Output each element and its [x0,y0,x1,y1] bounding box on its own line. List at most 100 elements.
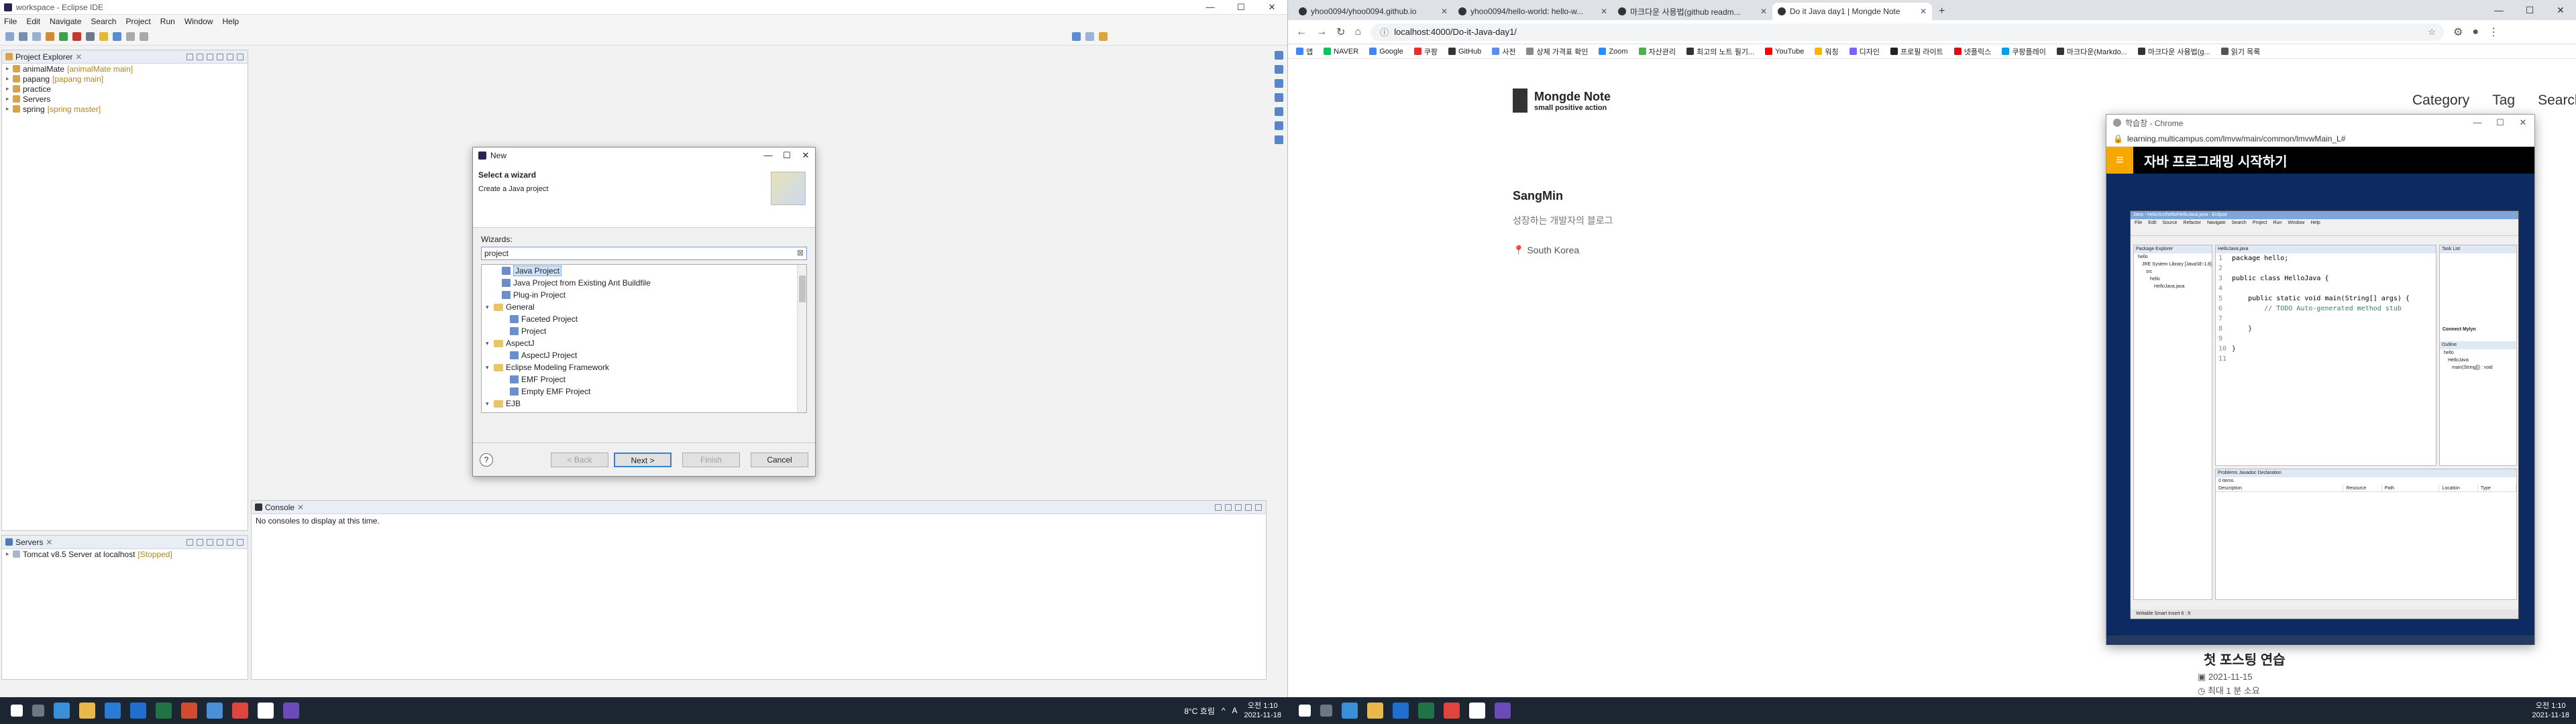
powerpoint-icon[interactable] [181,703,197,719]
browser-tab[interactable]: yhoo0094/yhoo0094.github.io ✕ [1293,3,1453,20]
finish-button[interactable]: Finish [682,452,740,467]
close-tab-icon[interactable]: ✕ [75,52,82,62]
eclipse-taskbar-icon[interactable] [1495,703,1511,719]
hamburger-menu-icon[interactable]: ≡ [2106,147,2133,174]
cancel-button[interactable]: Cancel [751,452,808,467]
menu-window[interactable]: Window [184,17,213,26]
open-type-icon[interactable] [99,32,108,41]
properties-icon[interactable] [1274,93,1283,102]
eclipse-taskbar-icon[interactable] [283,703,299,719]
bookmark-item[interactable]: YouTube [1765,48,1804,56]
close-tab-icon[interactable]: ✕ [46,538,52,547]
nav-tag-link[interactable]: Tag [2492,93,2515,109]
popup-close-button[interactable]: ✕ [2512,117,2534,128]
chevron-up-icon[interactable]: ^ [1222,706,1226,715]
tab-close-icon[interactable]: ✕ [1916,7,1927,16]
bookmark-item[interactable]: 상체 가격표 확인 [1526,46,1588,57]
tab-close-icon[interactable]: ✕ [1437,7,1448,16]
input-language[interactable]: A [1232,706,1238,715]
reload-icon[interactable]: ↻ [1336,25,1345,39]
menu-file[interactable]: File [4,17,17,26]
console-title[interactable]: Console [265,503,294,512]
menu-navigate[interactable]: Navigate [50,17,81,26]
minimize-button[interactable]: — [1195,2,1226,13]
word-icon[interactable] [207,703,223,719]
wizard-item[interactable]: Project [482,325,806,337]
servers-title[interactable]: Servers [15,538,43,547]
wizard-item[interactable]: AspectJ Project [482,349,806,361]
minimize-view-icon[interactable] [227,53,233,60]
wizard-item[interactable]: Plug-in Project [482,289,806,301]
open-console-icon[interactable] [1235,503,1242,511]
profile-avatar-icon[interactable]: ● [2472,26,2479,38]
minimize-button[interactable]: — [2483,5,2514,15]
stop-icon[interactable] [72,32,81,41]
bookmark-star-icon[interactable]: ☆ [2428,27,2436,38]
windows-start-icon[interactable] [1299,705,1311,717]
expand-icon[interactable]: ▸ [6,75,13,82]
taskview-icon[interactable] [1342,703,1358,719]
collapse-all-icon[interactable] [186,53,193,60]
maximize-view-icon[interactable] [237,538,244,546]
lecture-video[interactable]: Java - hello/src/hello/HelloJava.java - … [2106,174,2534,645]
project-row[interactable]: ▸ Servers [2,94,248,104]
menu-project[interactable]: Project [125,17,150,26]
wizard-item[interactable]: Empty EMF Project [482,385,806,398]
project-row[interactable]: ▸ papang [papang main] [2,74,248,84]
menu-edit[interactable]: Edit [26,17,40,26]
browser-tab[interactable]: yhoo0094/hello-world: hello-w... ✕ [1453,3,1613,20]
explorer-icon[interactable] [1367,703,1383,719]
browser-tab[interactable]: Do it Java day1 | Mongde Note ✕ [1772,3,1932,20]
bookmark-item[interactable]: Zoom [1599,48,1628,56]
expand-icon[interactable]: ▾ [486,364,494,371]
maximize-view-icon[interactable] [1255,503,1262,511]
minimize-view-icon[interactable] [1245,503,1252,511]
outline-icon[interactable] [1274,51,1283,60]
tab-close-icon[interactable]: ✕ [1597,7,1607,16]
maximize-view-icon[interactable] [237,53,244,60]
extensions-icon[interactable]: ⚙ [2453,25,2463,39]
save-icon[interactable] [19,32,28,41]
view-menu-icon[interactable] [217,53,223,60]
run-icon[interactable] [59,32,68,41]
bookmark-item[interactable]: 자산관리 [1638,46,1676,57]
wizard-item[interactable]: ▾ EJB [482,398,806,410]
nav-search-link[interactable]: Search [2538,93,2576,109]
close-button[interactable]: ✕ [2545,5,2576,16]
url-input[interactable]: ⓘ localhost:4000/Do-it-Java-day1/ ☆ [1371,23,2445,41]
bookmark-item[interactable]: Google [1369,48,1403,56]
bookmark-item[interactable]: 워칭 [1815,46,1839,57]
wizard-item[interactable]: Faceted Project [482,313,806,325]
project-row[interactable]: ▸ animalMate [animalMate main] [2,64,248,74]
new-icon[interactable] [5,32,14,41]
wizard-item[interactable]: ▾ General [482,301,806,313]
expand-icon[interactable]: ▸ [6,105,13,113]
markers-icon[interactable] [1274,79,1283,88]
post-title-link[interactable]: 첫 포스팅 연습 [2204,649,2286,668]
info-icon[interactable]: ⓘ [1380,25,1389,38]
clear-console-icon[interactable] [1215,503,1222,511]
minimize-view-icon[interactable] [227,538,233,546]
filter-icon[interactable] [207,53,213,60]
publish-icon[interactable] [217,538,223,546]
bookmark-item[interactable]: 마크다운(Markdo... [2056,46,2127,57]
bookmark-item[interactable]: 마크다운 사용법(g... [2137,46,2210,57]
bookmark-item[interactable]: 쿠팡플레이 [2002,46,2046,57]
weather-text[interactable]: 8°C 흐림 [1184,705,1215,717]
problems-icon[interactable] [1274,135,1283,144]
excel-icon[interactable] [1418,703,1434,719]
chrome-icon[interactable] [232,703,248,719]
bookmark-item[interactable]: 디자인 [1849,46,1880,57]
java-ee-perspective-icon[interactable] [1099,32,1108,41]
popup-maximize-button[interactable]: ☐ [2489,117,2512,128]
wizard-item[interactable]: ▾ Eclipse Modeling Framework [482,361,806,373]
bookmark-item[interactable]: 넷플릭스 [1953,46,1991,57]
explorer-icon[interactable] [79,703,95,719]
help-icon[interactable]: ? [480,452,493,467]
search-icon[interactable] [32,705,44,717]
debug-server-icon[interactable] [197,538,203,546]
server-row[interactable]: ▸ Tomcat v8.5 Server at localhost [Stopp… [2,549,248,559]
external-tools-icon[interactable] [86,32,95,41]
project-row[interactable]: ▸ spring [spring master] [2,104,248,114]
expand-icon[interactable]: ▸ [6,550,13,558]
